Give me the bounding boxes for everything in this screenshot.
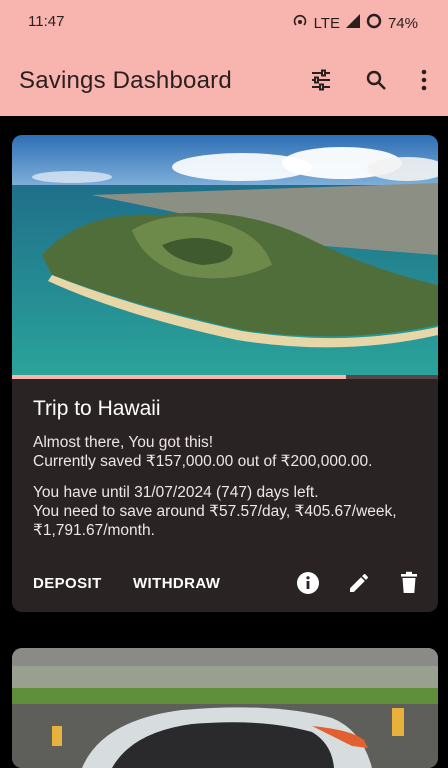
battery-icon: [366, 13, 382, 33]
goal-message: Almost there, You got this!: [33, 434, 214, 451]
goal-image-2: [12, 648, 438, 768]
goal-progress-bar: [12, 375, 438, 379]
info-icon[interactable]: [294, 569, 322, 597]
edit-icon[interactable]: [345, 569, 373, 597]
signal-icon: [345, 14, 360, 32]
goal-progress-fill: [12, 375, 347, 379]
goal-rate-line-1: You need to save around ₹57.57/day, ₹405…: [33, 503, 397, 520]
more-vert-icon[interactable]: [410, 66, 438, 94]
status-bar: 11:47 LTE 74%: [0, 0, 448, 44]
goal-card-2[interactable]: [12, 648, 438, 768]
goal-rate-line-2: ₹1,791.67/month.: [33, 522, 155, 539]
battery-level: 74%: [387, 14, 418, 32]
app-bar: Savings Dashboard: [0, 44, 448, 116]
search-icon[interactable]: [362, 66, 390, 94]
network-type: LTE: [313, 14, 340, 32]
page-title: Savings Dashboard: [19, 67, 232, 94]
goal-saved-amount: Currently saved ₹157,000.00 out of ₹200,…: [33, 453, 373, 470]
hotspot-icon: [292, 13, 308, 33]
goal-title: Trip to Hawaii: [33, 397, 161, 420]
goal-image: [12, 135, 438, 375]
goal-card[interactable]: Trip to Hawaii Almost there, You got thi…: [12, 135, 438, 612]
status-indicators: LTE 74%: [292, 13, 418, 33]
withdraw-button[interactable]: WITHDRAW: [133, 575, 220, 592]
status-time: 11:47: [28, 13, 65, 30]
deposit-button[interactable]: DEPOSIT: [33, 575, 102, 592]
delete-icon[interactable]: [395, 569, 423, 597]
goal-deadline: You have until 31/07/2024 (747) days lef…: [33, 484, 319, 501]
tune-icon[interactable]: [307, 66, 335, 94]
